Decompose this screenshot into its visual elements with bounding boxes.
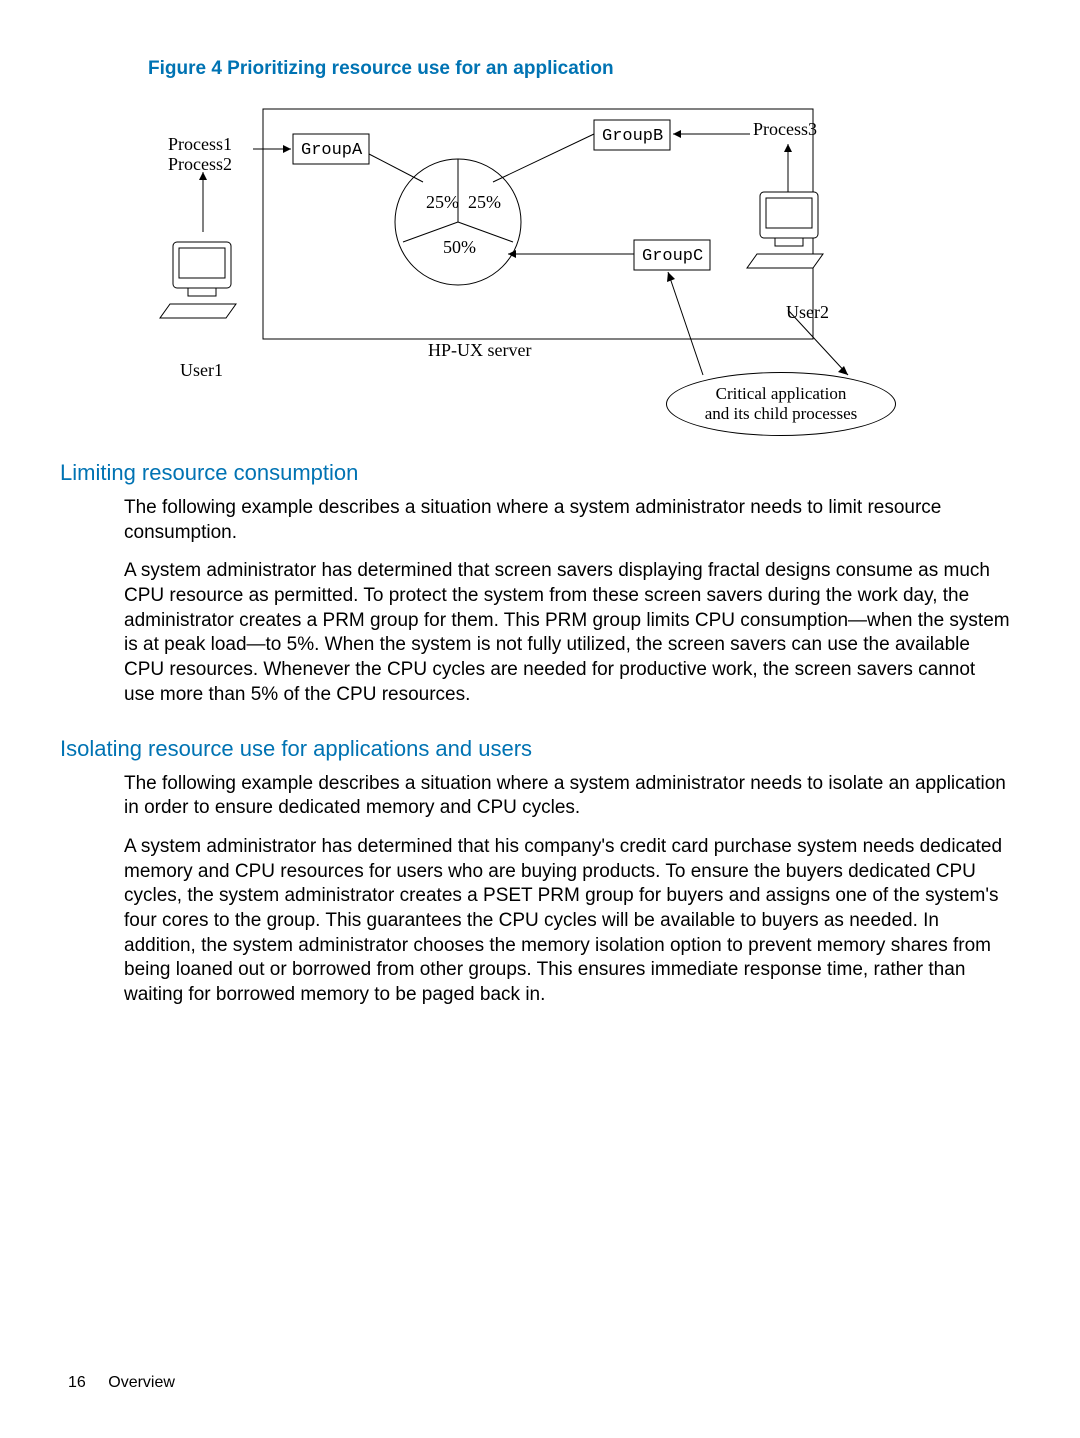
section-heading-limiting: Limiting resource consumption [60,460,1020,486]
prioritizing-diagram: Process1 Process2 Process3 GroupA GroupB… [148,92,928,432]
body-paragraph: A system administrator has determined th… [124,835,1010,1008]
groupc-label: GroupC [642,247,703,266]
pct25a-label: 25% [426,192,459,213]
page-number: 16 [68,1374,86,1391]
user2-label: User2 [786,302,829,323]
pct50-label: 50% [443,237,476,258]
critical-line1: Critical application [716,384,847,404]
critical-app-oval: Critical application and its child proce… [666,372,896,436]
body-paragraph: The following example describes a situat… [124,772,1010,821]
computer-icon [747,192,823,268]
pct25b-label: 25% [468,192,501,213]
computer-icon [160,242,236,318]
section-heading-isolating: Isolating resource use for applications … [60,736,1020,762]
critical-line2: and its child processes [705,404,858,424]
footer-section: Overview [108,1374,175,1391]
process1-label: Process1 [168,134,232,155]
process3-label: Process3 [753,119,817,140]
body-paragraph: The following example describes a situat… [124,496,1010,545]
page-footer: 16 Overview [68,1374,175,1392]
user1-label: User1 [180,360,223,381]
figure-caption: Figure 4 Prioritizing resource use for a… [148,58,1020,80]
groupa-label: GroupA [301,141,362,160]
process2-label: Process2 [168,154,232,175]
body-paragraph: A system administrator has determined th… [124,559,1010,707]
server-label: HP-UX server [428,340,531,361]
groupb-label: GroupB [602,127,663,146]
